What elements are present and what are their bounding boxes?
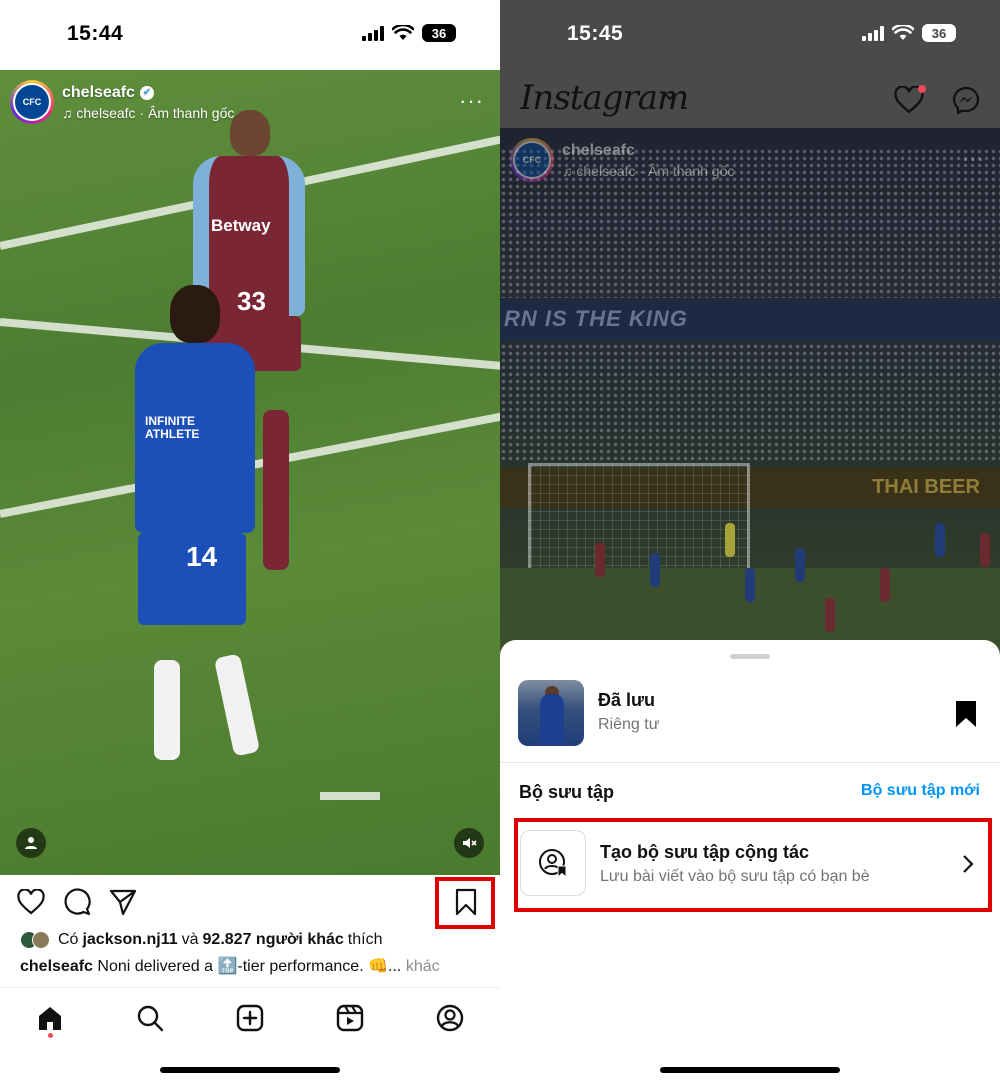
- shirt-number: 33: [237, 286, 266, 316]
- player-chelsea: INFINITE ATHLETE 14: [135, 285, 261, 760]
- comment-icon: [64, 888, 91, 916]
- speaker-muted-icon: [463, 838, 477, 848]
- battery-icon: 36: [922, 24, 956, 42]
- home-indicator: [660, 1067, 840, 1073]
- right-screenshot: 15:45 36 Instagram RN IS THE KING THAI B…: [500, 0, 1000, 1083]
- more-options-icon[interactable]: ···: [459, 88, 484, 114]
- status-time: 15:45: [567, 22, 624, 45]
- post-audio[interactable]: chelseafc · Âm thanh gốc: [76, 105, 234, 121]
- post-video[interactable]: Betway 33 INFINITE ATHLETE 14: [0, 70, 500, 875]
- home-indicator: [160, 1067, 340, 1073]
- caption-more-link[interactable]: khác: [406, 958, 440, 975]
- reels-icon: [336, 1004, 364, 1032]
- wifi-icon: [392, 25, 414, 40]
- saved-thumbnail: [518, 680, 584, 746]
- status-bar: 15:45 36: [500, 0, 1000, 70]
- pitch-mark: [320, 792, 380, 800]
- chevron-down-icon[interactable]: [663, 92, 677, 102]
- shorts-number: 14: [186, 541, 218, 572]
- caption-text: Noni delivered a 🔝-tier performance. 👊: [97, 958, 389, 975]
- tagged-users-button[interactable]: [16, 828, 46, 858]
- wifi-icon: [892, 25, 914, 40]
- messenger-icon[interactable]: [952, 86, 980, 114]
- new-collection-link[interactable]: Bộ sưu tập mới: [861, 782, 980, 800]
- divider: [500, 762, 1000, 763]
- tab-profile[interactable]: [434, 1002, 466, 1034]
- heart-icon: [17, 889, 45, 915]
- post-caption: chelseafc Noni delivered a 🔝-tier perfor…: [20, 958, 440, 975]
- music-icon: ♫: [562, 162, 577, 179]
- signal-icon: [862, 25, 884, 41]
- likes-count[interactable]: 92.827 người khác: [203, 931, 344, 949]
- save-button-highlight: [435, 877, 495, 929]
- sheet-drag-handle[interactable]: [730, 654, 770, 659]
- new-post-icon: [236, 1004, 264, 1032]
- tab-new-post[interactable]: [234, 1002, 266, 1034]
- chelsea-crest-icon: CFC: [513, 141, 551, 179]
- chelsea-crest-icon: CFC: [13, 83, 51, 121]
- instagram-header: Instagram: [500, 70, 1000, 128]
- status-icons: 36: [862, 24, 956, 42]
- shirt-sponsor: INFINITE ATHLETE: [145, 414, 200, 441]
- collections-label: Bộ sưu tập: [519, 782, 615, 802]
- liker-avatars: [20, 931, 50, 949]
- background-post-header: CFC chelseafc ♫ chelseafc · Âm thanh gốc: [510, 138, 734, 182]
- share-button[interactable]: [108, 887, 138, 917]
- chevron-right-icon: [963, 855, 974, 873]
- search-icon: [137, 1005, 164, 1032]
- home-active-dot: [48, 1033, 53, 1038]
- battery-icon: 36: [422, 24, 456, 42]
- mute-button[interactable]: [454, 828, 484, 858]
- status-bar: 15:44 36: [0, 0, 500, 70]
- bookmark-filled-icon[interactable]: [954, 700, 978, 728]
- shirt-sponsor: Betway: [211, 216, 271, 235]
- tab-reels[interactable]: [334, 1002, 366, 1034]
- goal-net: [528, 463, 750, 583]
- save-bottom-sheet: Đã lưu Riêng tư Bộ sưu tập Bộ sưu tập mớ…: [500, 640, 1000, 1083]
- stadium-banner: RN IS THE KING: [500, 300, 1000, 340]
- home-icon: [39, 1007, 61, 1030]
- saved-privacy: Riêng tư: [598, 716, 660, 733]
- status-time: 15:44: [67, 22, 124, 45]
- saved-title: Đã lưu: [598, 690, 656, 710]
- avatar[interactable]: CFC: [10, 80, 54, 124]
- collab-collection-icon: [520, 830, 586, 896]
- signal-icon: [362, 25, 384, 41]
- create-collab-collection-row[interactable]: Tạo bộ sưu tập cộng tác Lưu bài viết vào…: [514, 818, 992, 912]
- left-screenshot: 15:44 36 Betway 33 INFINITE ATHLETE 14 C…: [0, 0, 500, 1083]
- post-header[interactable]: CFC chelseafc ✔ ♫ chelseafc · Âm thanh gố…: [10, 80, 234, 124]
- verified-icon: ✔: [139, 85, 154, 100]
- post-actions: [0, 875, 500, 930]
- likes-summary[interactable]: Có jackson.nj11 và 92.827 người khác thí…: [20, 931, 382, 949]
- profile-icon: [436, 1004, 464, 1032]
- collab-subtitle: Lưu bài viết vào bộ sưu tập có bạn bè: [600, 868, 870, 885]
- background-post-video: RN IS THE KING THAI BEER: [500, 128, 1000, 648]
- collab-title: Tạo bộ sưu tập cộng tác: [600, 842, 810, 862]
- avatar: CFC: [510, 138, 554, 182]
- person-icon: [25, 837, 37, 849]
- more-options-icon: ···: [962, 146, 984, 171]
- comment-button[interactable]: [62, 887, 92, 917]
- likes-user[interactable]: jackson.nj11: [82, 931, 177, 949]
- tab-home[interactable]: [34, 1002, 66, 1034]
- post-username[interactable]: chelseafc: [62, 84, 135, 102]
- caption-username[interactable]: chelseafc: [20, 958, 93, 975]
- tab-search[interactable]: [134, 1002, 166, 1034]
- crowd: [500, 343, 1000, 463]
- saved-collection-row[interactable]: Đã lưu Riêng tư: [518, 680, 982, 746]
- like-button[interactable]: [16, 887, 46, 917]
- notification-dot: [918, 85, 926, 93]
- bottom-tab-bar: [0, 987, 500, 1083]
- share-icon: [109, 889, 137, 916]
- music-icon: ♫: [62, 104, 77, 121]
- status-icons: 36: [362, 24, 456, 42]
